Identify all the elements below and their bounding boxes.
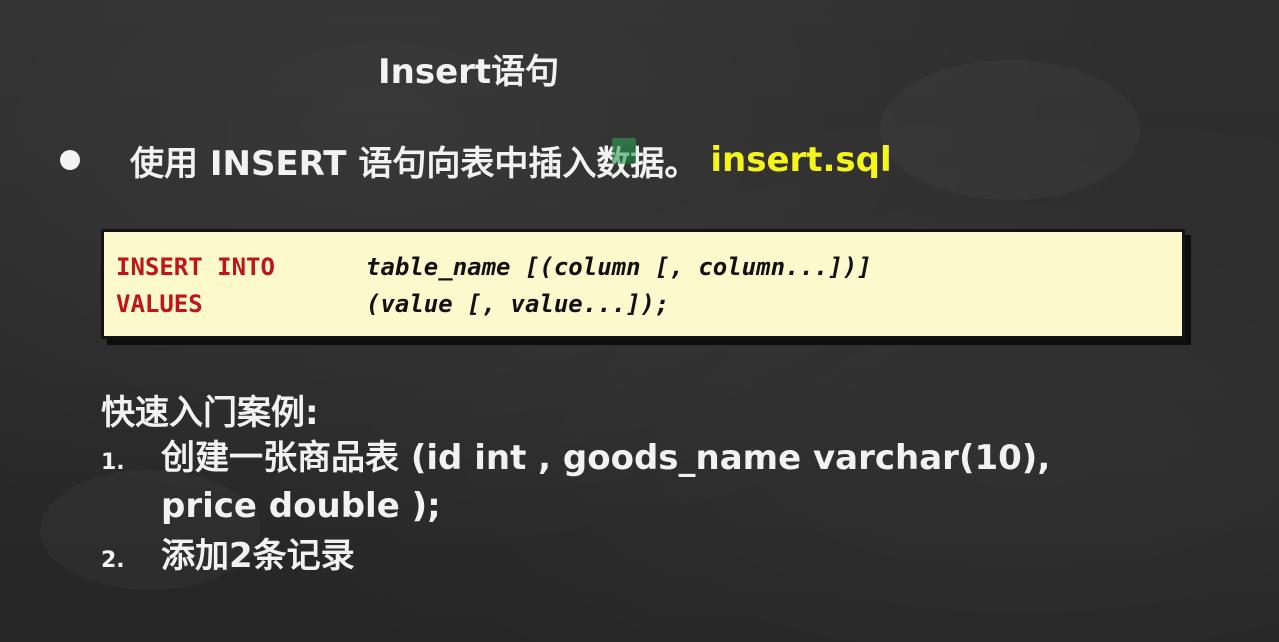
code-syntax-values: (value [, value...]); (366, 290, 670, 318)
bullet-item: 使用 INSERT 语句向表中插入数据。 insert.sql (60, 135, 892, 185)
step-text-continuation: price double ); (161, 486, 441, 526)
step-number: 1. (101, 450, 125, 475)
bullet-filename: insert.sql (710, 140, 892, 180)
step-item-1: 1. 创建一张商品表 (id int , goods_name varchar(… (101, 434, 1050, 482)
step-text: 创建一张商品表 (id int , goods_name varchar(10)… (161, 438, 1051, 478)
chalk-smudge (880, 60, 1140, 200)
step-item-2: 2. 添加2条记录 (101, 532, 355, 580)
code-line-2: VALUES (value [, value...]); (116, 289, 669, 319)
code-keyword-insert-into: INSERT INTO (116, 253, 275, 281)
slide-title: Insert语句 (378, 52, 560, 92)
code-keyword-values: VALUES (116, 290, 203, 318)
step-number: 2. (101, 548, 125, 573)
quickstart-heading: 快速入门案例: (101, 393, 319, 433)
slide-canvas: Insert语句 使用 INSERT 语句向表中插入数据。 insert.sql… (0, 0, 1279, 642)
step-text: 添加2条记录 (161, 536, 355, 576)
code-block: INSERT INTO table_name [(column [, column… (101, 229, 1185, 339)
bullet-dot-icon (60, 150, 80, 170)
code-line-1: INSERT INTO table_name [(column [, column… (116, 252, 872, 282)
cursor-icon (612, 138, 636, 164)
code-syntax-table: table_name [(column [, column...])] (366, 253, 872, 281)
